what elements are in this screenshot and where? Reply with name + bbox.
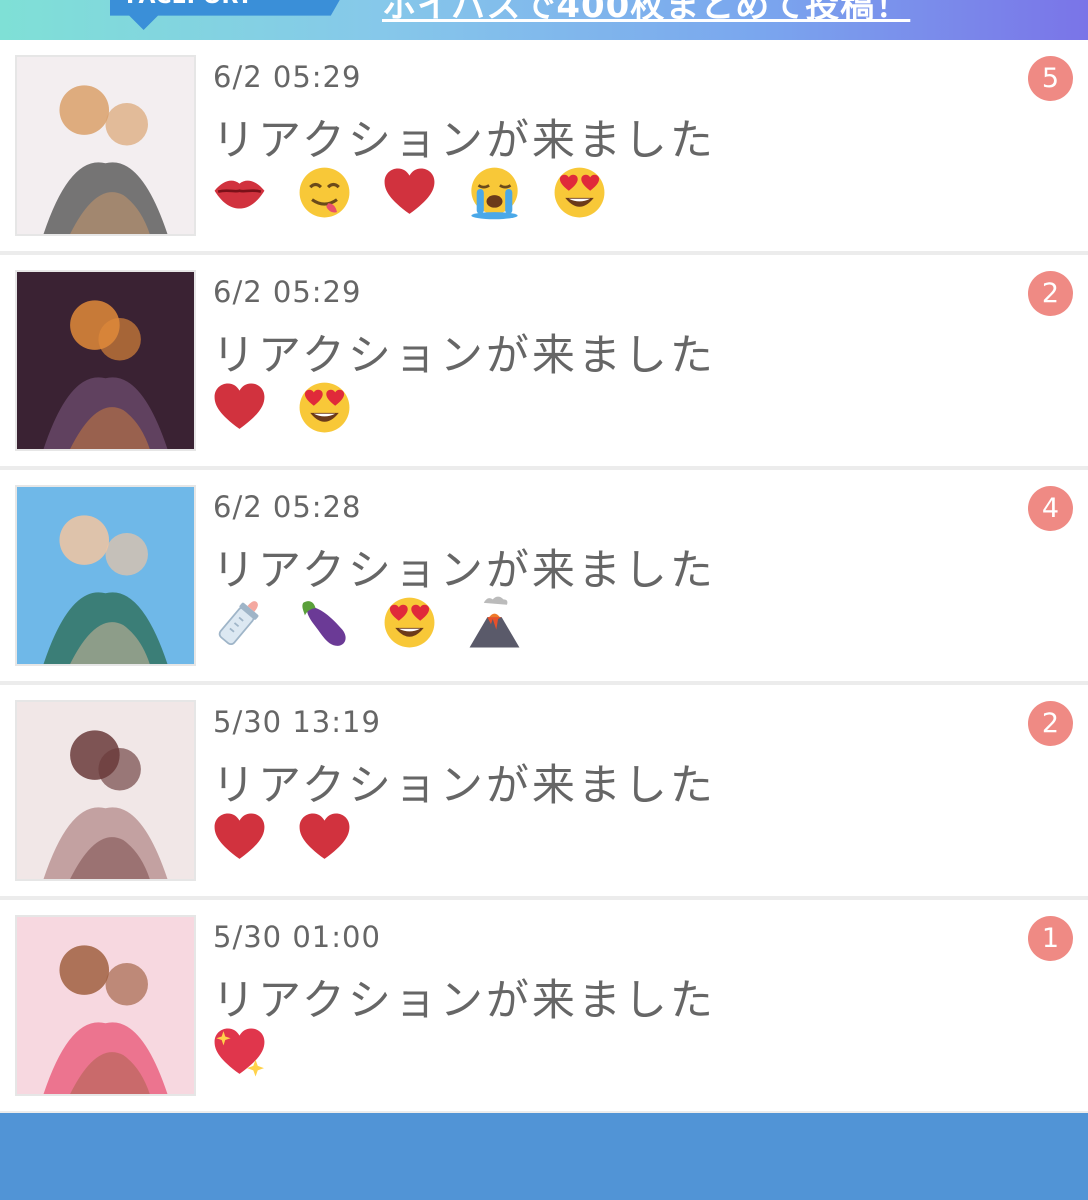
red-heart-icon: [381, 164, 438, 221]
notification-message: リアクションが来ました: [212, 331, 716, 381]
promo-banner[interactable]: FACEPORT ホイパスで400枚まとめて投稿！: [0, 0, 1088, 40]
post-thumbnail[interactable]: [15, 700, 196, 881]
red-heart-icon: [211, 379, 268, 436]
notification-time: 5/30 01:00: [213, 920, 381, 954]
post-thumbnail[interactable]: [15, 55, 196, 236]
notification-row[interactable]: 6/2 05:28 リアクションが来ました 4: [0, 470, 1088, 685]
banner-link[interactable]: ホイパスで400枚まとめて投稿！: [382, 0, 910, 27]
yum-face-icon: [296, 164, 353, 221]
reaction-list: [211, 164, 608, 224]
notification-list: 6/2 05:29 リアクションが来ました 5 6/2 05:29 リアクションが来まし…: [0, 40, 1088, 1115]
notification-message: リアクションが来ました: [212, 976, 716, 1026]
bottom-bar: [0, 1113, 1088, 1200]
red-heart-icon: [296, 809, 353, 866]
baby-bottle-icon: [211, 594, 268, 651]
heart-eyes-face-icon: [381, 594, 438, 651]
reaction-list: [211, 1024, 268, 1084]
notification-row[interactable]: 5/30 01:00 リアクションが来ました 1: [0, 900, 1088, 1115]
sparkling-heart-icon: [211, 1024, 268, 1081]
post-thumbnail[interactable]: [15, 270, 196, 451]
kiss-lips-icon: [211, 164, 268, 221]
reaction-list: [211, 809, 353, 869]
notification-time: 5/30 13:19: [213, 705, 381, 739]
notification-row[interactable]: 5/30 13:19 リアクションが来ました 2: [0, 685, 1088, 900]
notification-message: リアクションが来ました: [212, 116, 716, 166]
notification-time: 6/2 05:29: [213, 275, 362, 309]
eggplant-icon: [296, 594, 353, 651]
notification-row[interactable]: 6/2 05:29 リアクションが来ました 2: [0, 255, 1088, 470]
crying-face-icon: [466, 164, 523, 221]
post-thumbnail[interactable]: [15, 485, 196, 666]
reaction-count-badge: 5: [1028, 56, 1073, 101]
banner-badge: FACEPORT: [110, 0, 350, 30]
notification-time: 6/2 05:29: [213, 60, 362, 94]
reaction-count-badge: 4: [1028, 486, 1073, 531]
reaction-count-badge: 1: [1028, 916, 1073, 961]
notification-message: リアクションが来ました: [212, 761, 716, 811]
heart-eyes-face-icon: [296, 379, 353, 436]
red-heart-icon: [211, 809, 268, 866]
notification-row[interactable]: 6/2 05:29 リアクションが来ました 5: [0, 40, 1088, 255]
notification-message: リアクションが来ました: [212, 546, 716, 596]
heart-eyes-face-icon: [551, 164, 608, 221]
volcano-icon: [466, 594, 523, 651]
notification-time: 6/2 05:28: [213, 490, 362, 524]
reaction-list: [211, 594, 523, 654]
reaction-count-badge: 2: [1028, 701, 1073, 746]
reaction-list: [211, 379, 353, 439]
reaction-count-badge: 2: [1028, 271, 1073, 316]
post-thumbnail[interactable]: [15, 915, 196, 1096]
